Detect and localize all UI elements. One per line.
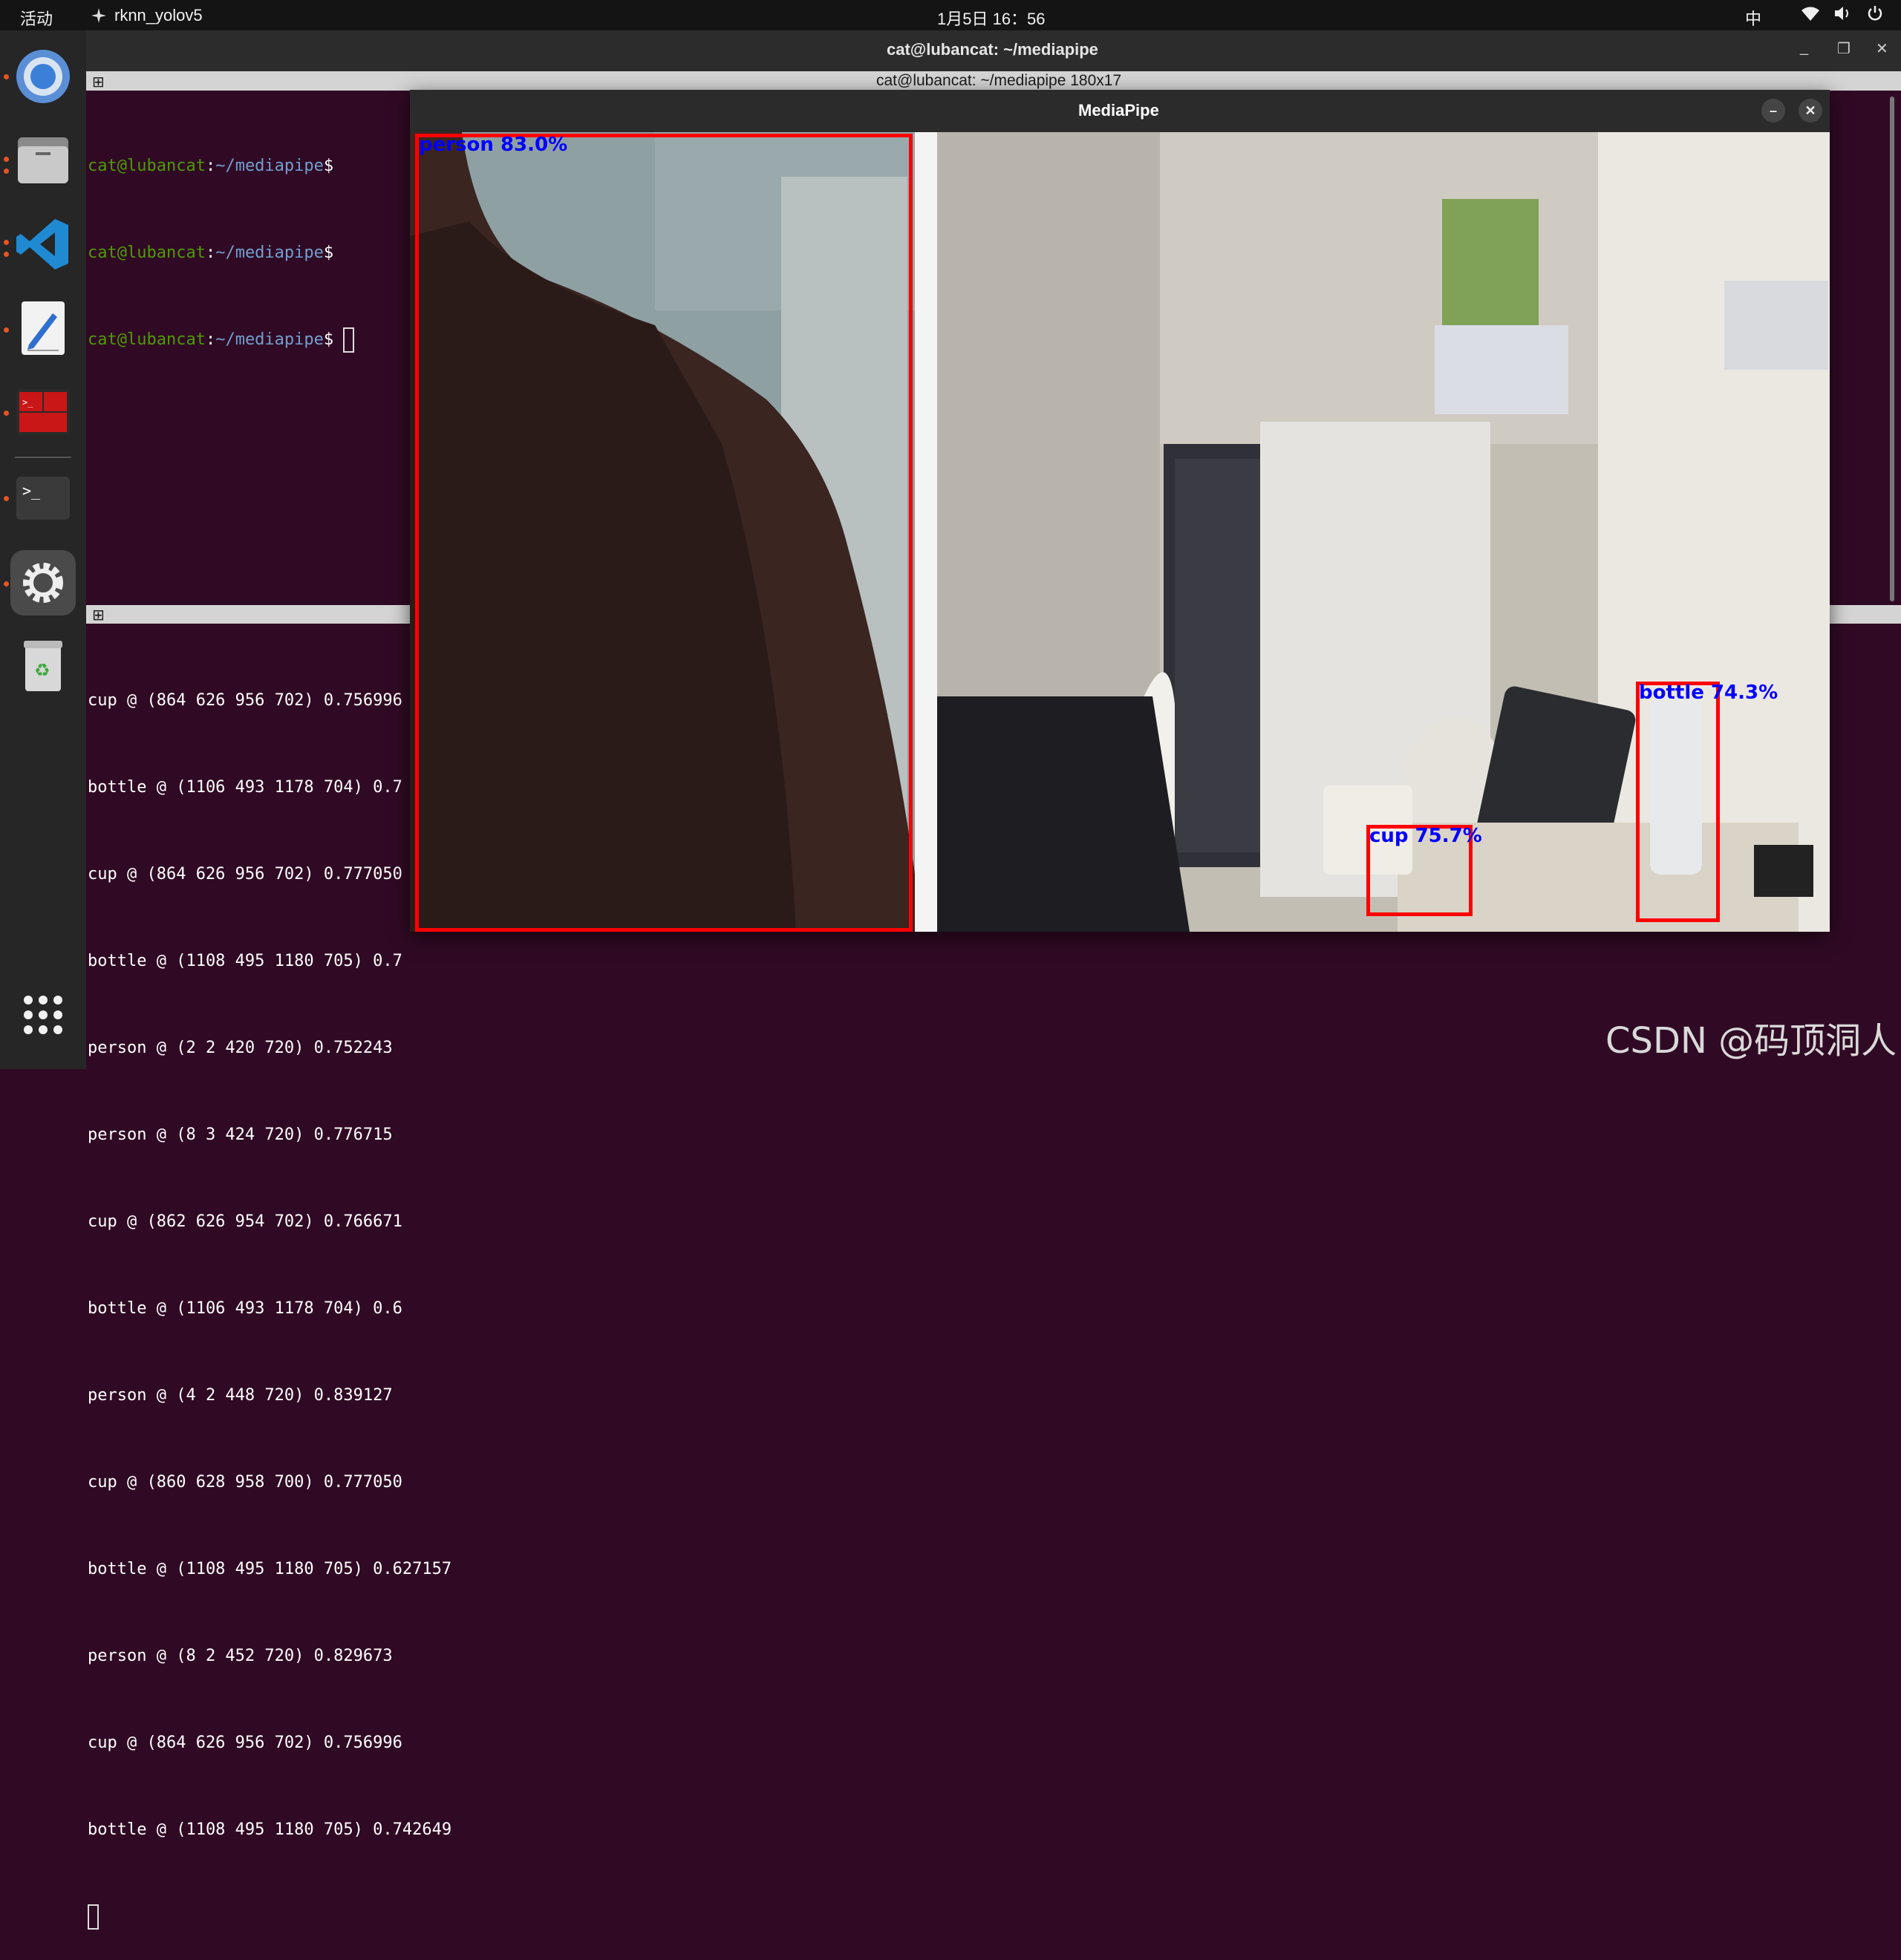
running-indicator	[4, 169, 9, 174]
pane-1-header[interactable]: ⊞ cat@lubancat: ~/mediapipe 180x17	[86, 71, 1901, 91]
show-applications-button[interactable]	[10, 982, 76, 1048]
maximize-button[interactable]: ❐	[1837, 39, 1851, 58]
system-tray[interactable]	[1801, 4, 1884, 22]
dock-files[interactable]	[10, 127, 76, 192]
log-line: cup @ (864 626 956 702) 0.777050	[88, 865, 402, 883]
prompt-line: cat@lubancat:~/mediapipe$	[88, 325, 355, 354]
minimize-button[interactable]: _	[1800, 39, 1808, 56]
pane-1-title: cat@lubancat: ~/mediapipe 180x17	[876, 72, 1122, 89]
trash-icon: ♻	[24, 641, 62, 691]
terminal-multiplexer-icon: >_	[16, 389, 70, 435]
camera-frame: person 83.0% cup 75.7% bottle 74.3%	[410, 132, 1830, 932]
log-line: person @ (4 2 448 720) 0.839127	[88, 1386, 393, 1405]
app-menu[interactable]: rknn_yolov5	[91, 6, 203, 25]
pane-1-output[interactable]: cat@lubancat:~/mediapipe$ cat@lubancat:~…	[88, 94, 355, 383]
log-line: bottle @ (1108 495 1180 705) 0.742649	[88, 1820, 452, 1839]
files-icon	[18, 137, 68, 183]
text-cursor	[343, 327, 355, 353]
detection-label-cup: cup 75.7%	[1369, 825, 1482, 847]
svg-text:>_: >_	[22, 397, 33, 408]
pane-grid-icon[interactable]: ⊞	[92, 606, 105, 624]
running-indicator	[4, 74, 9, 79]
minimize-button[interactable]: –	[1761, 99, 1785, 122]
settings-icon	[23, 563, 63, 603]
dock-settings[interactable]	[10, 550, 76, 615]
log-line: bottle @ (1108 495 1180 705) 0.627157	[88, 1560, 452, 1578]
close-button[interactable]: ✕	[1876, 39, 1888, 58]
dock-terminator[interactable]: >_	[10, 379, 76, 445]
detection-box-person	[415, 134, 913, 932]
log-line: bottle @ (1106 493 1178 704) 0.7	[88, 778, 402, 797]
prompt-line: cat@lubancat:~/mediapipe$	[88, 157, 334, 175]
wifi-icon	[1801, 7, 1819, 21]
activities-button[interactable]: 活动	[20, 6, 53, 30]
app-sparkle-icon	[91, 8, 106, 23]
mediapipe-title: MediaPipe	[1078, 101, 1159, 120]
log-line: cup @ (860 628 958 700) 0.777050	[88, 1473, 402, 1492]
close-button[interactable]: ✕	[1799, 99, 1822, 122]
text-cursor	[88, 1904, 99, 1930]
power-icon	[1868, 6, 1882, 21]
running-indicator	[4, 240, 9, 245]
dock: >_ >_ ♻	[0, 30, 86, 1069]
running-indicator	[4, 327, 9, 333]
log-line: cup @ (864 626 956 702) 0.756996	[88, 691, 402, 710]
svg-text:♻: ♻	[34, 660, 50, 681]
chromium-icon	[16, 50, 70, 103]
running-indicator	[4, 581, 9, 587]
dock-terminal[interactable]: >_	[10, 466, 76, 531]
pane-2-output[interactable]: cup @ (864 626 956 702) 0.756996 bottle …	[88, 628, 451, 1960]
text-editor-icon	[22, 301, 65, 355]
log-line: bottle @ (1106 493 1178 704) 0.6	[88, 1299, 402, 1318]
dock-chromium[interactable]	[10, 44, 76, 109]
detection-label-person: person 83.0%	[419, 134, 568, 156]
top-bar: 活动 rknn_yolov5 1月5日 16：56 中	[0, 0, 1901, 30]
dock-vscode[interactable]	[10, 212, 76, 277]
detection-label-bottle: bottle 74.3%	[1639, 682, 1778, 704]
running-indicator	[4, 252, 9, 257]
dock-separator	[15, 457, 71, 458]
app-grid-icon	[24, 996, 62, 1034]
log-line: cup @ (862 626 954 702) 0.766671	[88, 1212, 402, 1231]
running-indicator	[4, 157, 9, 162]
terminal-titlebar[interactable]: cat@lubancat: ~/mediapipe _ ❐ ✕	[86, 30, 1901, 71]
clock[interactable]: 1月5日 16：56	[937, 6, 1046, 30]
volume-icon	[1835, 7, 1848, 20]
log-line: cup @ (864 626 956 702) 0.756996	[88, 1734, 402, 1752]
log-line: bottle @ (1108 495 1180 705) 0.7	[88, 952, 402, 970]
svg-text:>_: >_	[22, 482, 41, 500]
vscode-icon	[16, 219, 68, 270]
dock-text-editor[interactable]	[10, 295, 76, 361]
log-line: person @ (8 3 424 720) 0.776715	[88, 1126, 393, 1144]
scrollbar[interactable]	[1890, 97, 1894, 601]
app-name: rknn_yolov5	[114, 6, 203, 24]
pane-grid-icon[interactable]: ⊞	[92, 73, 105, 91]
prompt-line	[88, 1902, 451, 1931]
watermark: CSDN @码顶洞人	[1605, 1020, 1897, 1062]
detection-box-bottle	[1636, 682, 1720, 922]
dock-trash[interactable]: ♻	[10, 633, 76, 699]
running-indicator	[4, 496, 9, 501]
terminal-window-title: cat@lubancat: ~/mediapipe	[887, 40, 1098, 59]
mediapipe-window[interactable]: MediaPipe – ✕ person 83.0% cup 75.7% bot…	[410, 90, 1830, 932]
input-method-indicator[interactable]: 中	[1745, 6, 1761, 30]
running-indicator	[4, 411, 9, 416]
log-line: person @ (8 2 452 720) 0.829673	[88, 1647, 393, 1665]
mediapipe-titlebar[interactable]: MediaPipe – ✕	[410, 90, 1830, 132]
terminal-icon: >_	[16, 477, 70, 520]
log-line: person @ (2 2 420 720) 0.752243	[88, 1039, 393, 1057]
prompt-line: cat@lubancat:~/mediapipe$	[88, 244, 334, 262]
